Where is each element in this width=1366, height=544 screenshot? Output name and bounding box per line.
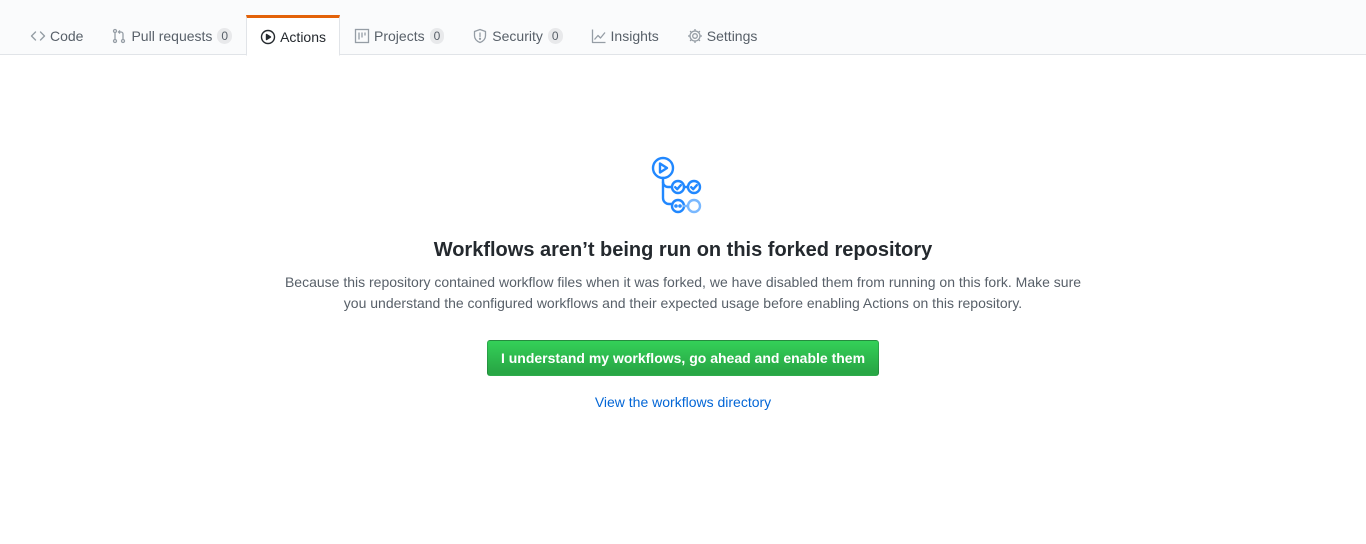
blankslate-title: Workflows aren’t being run on this forke… [433,239,933,261]
tab-actions-label: Actions [280,28,327,45]
repo-nav-tabbar: Code Pull requests 0 Actions Projects 0 [0,0,1366,56]
tab-insights[interactable]: Insights [577,15,673,55]
play-icon [260,29,276,45]
tab-code-label: Code [50,28,84,44]
tab-settings[interactable]: Settings [673,15,772,55]
security-counter: 0 [547,28,563,44]
tab-pull-requests[interactable]: Pull requests 0 [97,15,246,55]
git-pull-request-icon [111,28,127,44]
code-icon [30,28,46,44]
projects-counter: 0 [429,28,445,44]
tab-actions[interactable]: Actions [246,15,341,56]
tab-pull-requests-label: Pull requests [131,28,213,44]
project-icon [354,28,370,44]
enable-workflows-button[interactable]: I understand my workflows, go ahead and … [486,340,880,376]
actions-blankslate: Workflows aren’t being run on this forke… [0,155,1366,410]
tab-security-label: Security [492,28,543,44]
workflow-icon [651,156,702,214]
blankslate-description: Because this repository contained workfl… [284,274,1082,311]
tab-security[interactable]: Security 0 [458,15,576,55]
repo-nav-tabs: Code Pull requests 0 Actions Projects 0 [16,15,772,56]
tab-projects-label: Projects [374,28,425,44]
graph-icon [591,28,607,44]
view-workflows-directory-link[interactable]: View the workflows directory [0,394,1366,410]
gear-icon [687,28,703,44]
tab-settings-label: Settings [706,28,758,44]
tab-code[interactable]: Code [16,15,97,55]
tab-projects[interactable]: Projects 0 [340,15,458,55]
tab-insights-label: Insights [610,28,659,44]
shield-icon [472,28,488,44]
pull-requests-counter: 0 [217,28,233,44]
